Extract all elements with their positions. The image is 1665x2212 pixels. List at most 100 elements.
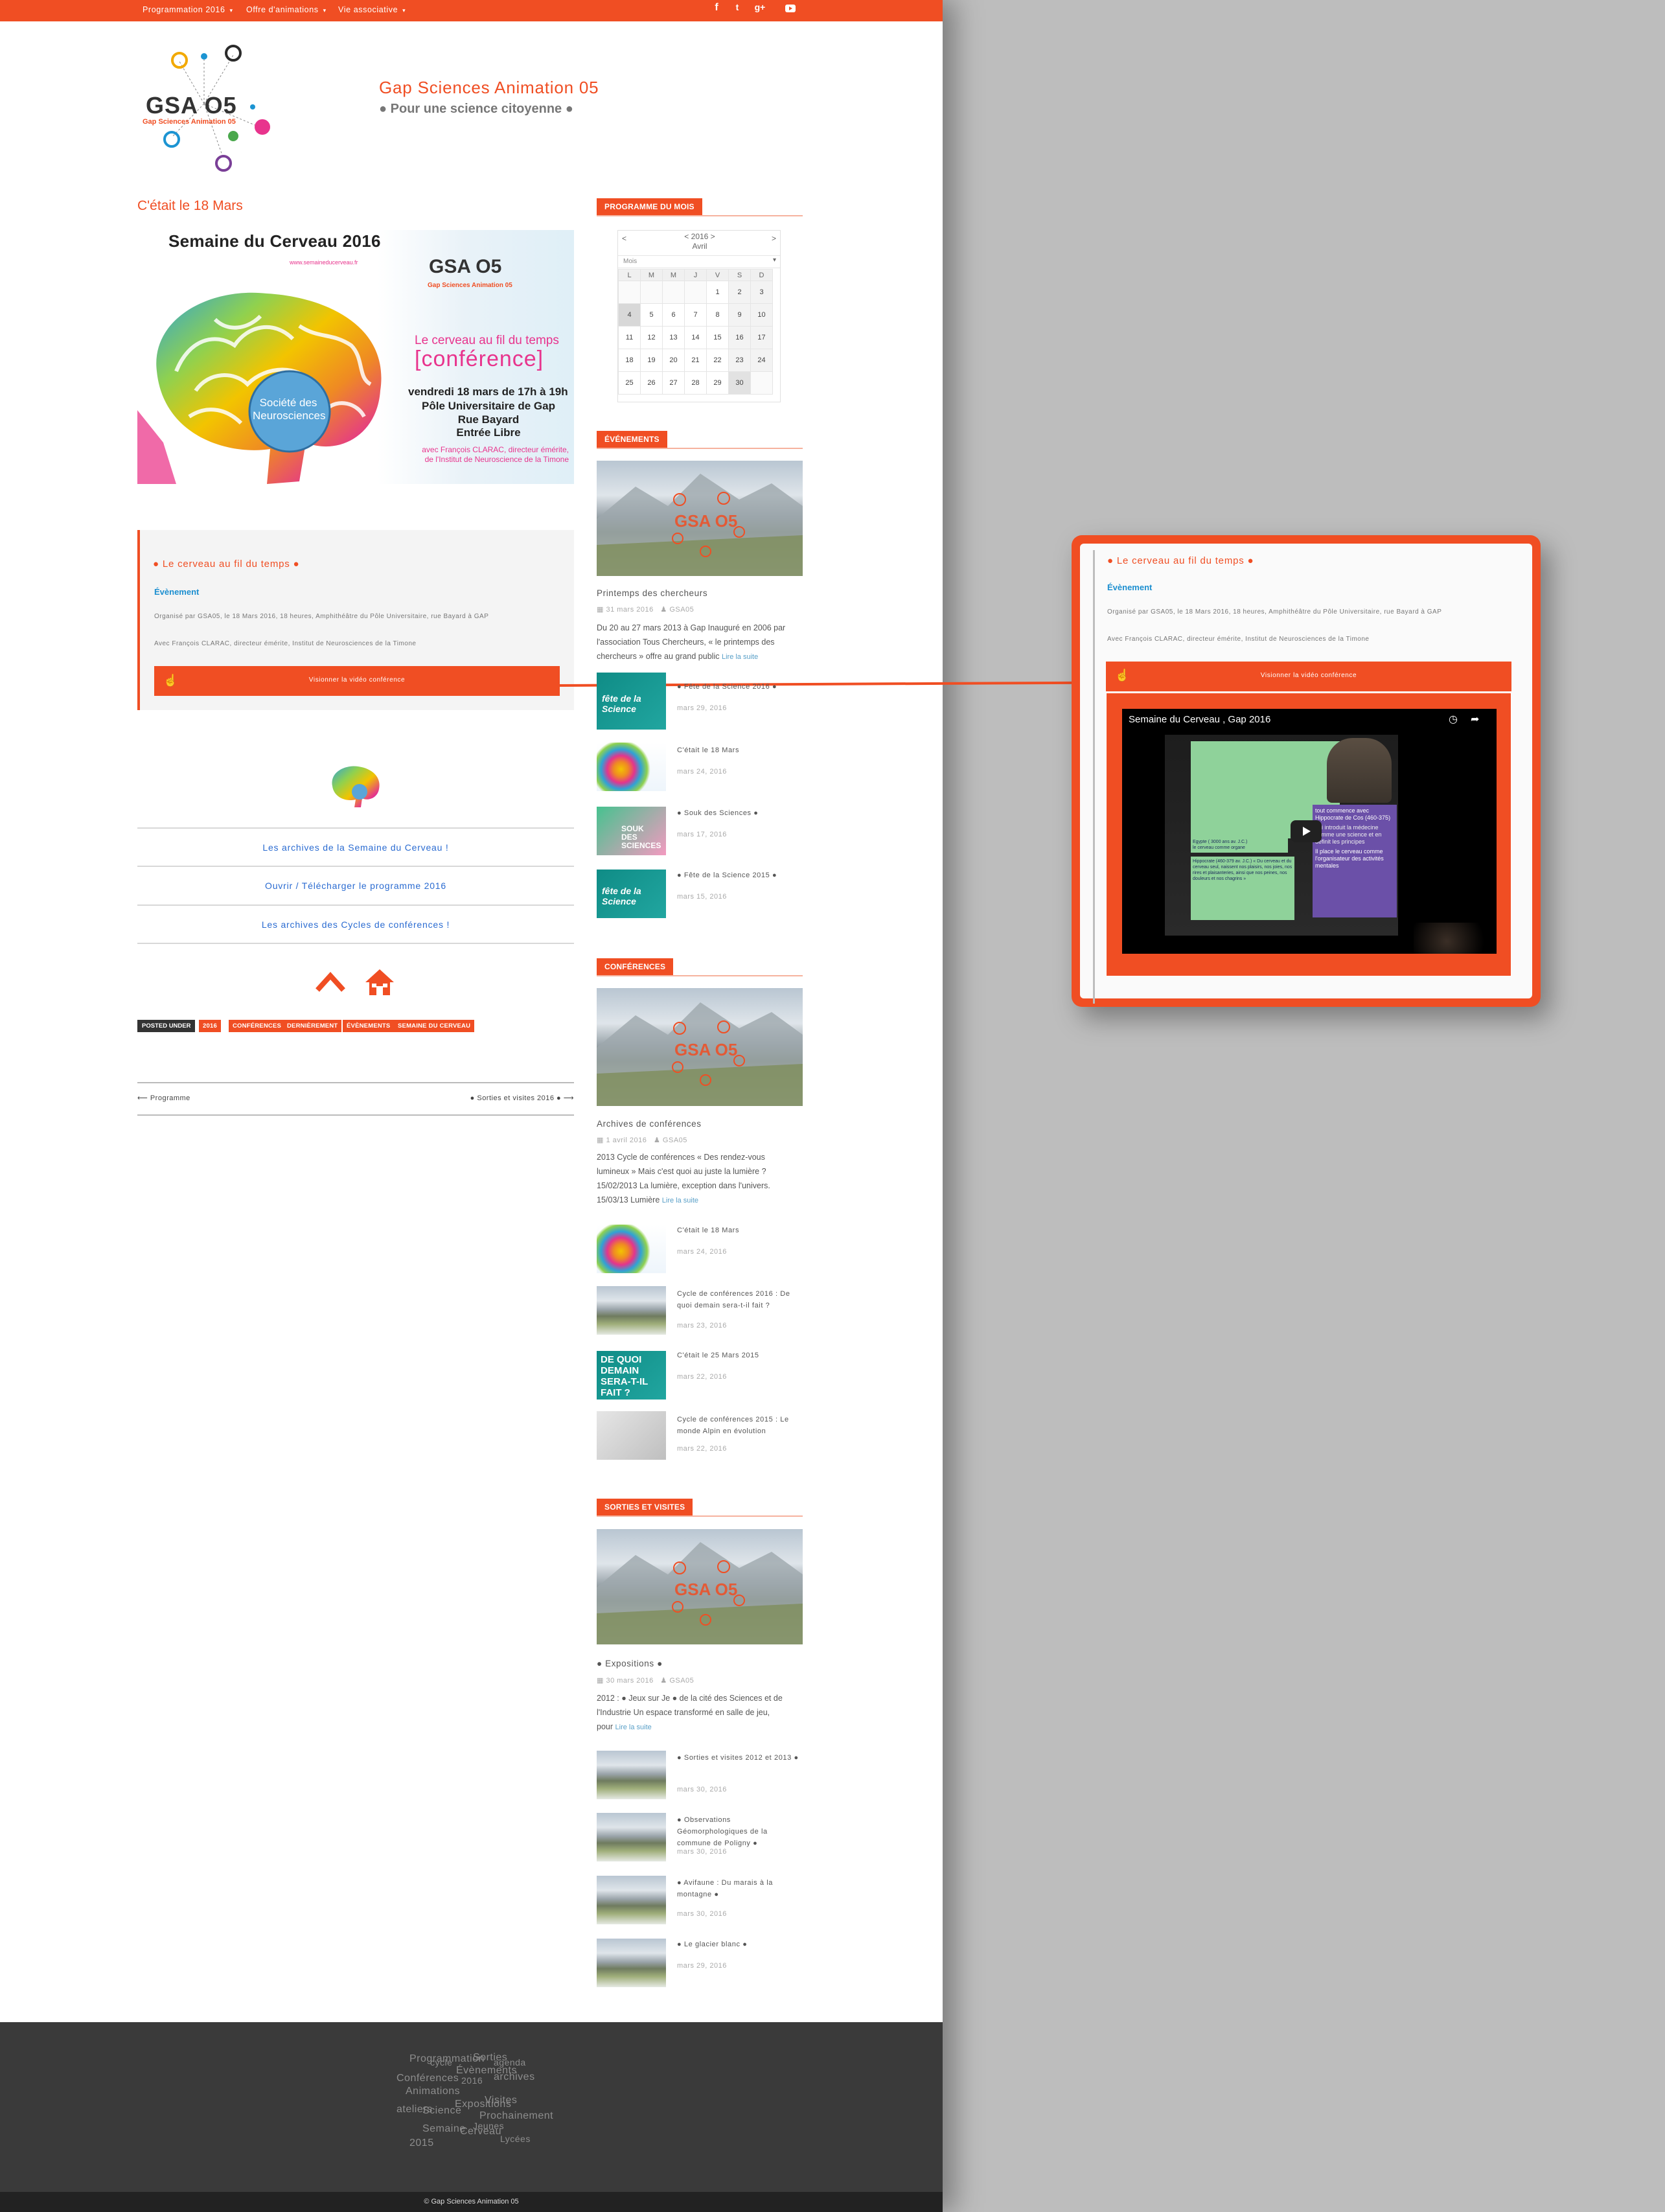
facebook-icon[interactable]: f xyxy=(709,2,724,17)
calendar-day[interactable]: 29 xyxy=(706,371,729,395)
conference-thumb[interactable]: DE QUOI DEMAIN SERA-T-IL FAIT ? xyxy=(597,1351,666,1400)
calendar-day[interactable]: 21 xyxy=(684,349,707,372)
calendar-day[interactable]: 27 xyxy=(662,371,685,395)
popup-watch-video-button[interactable]: ☝ Visionner la vidéo conférence xyxy=(1106,662,1511,691)
calendar-day[interactable]: 25 xyxy=(618,371,641,395)
sorties-featured-image[interactable]: GSA O5 xyxy=(597,1529,803,1644)
calendar-day[interactable]: 10 xyxy=(750,303,773,327)
conference-item-title[interactable]: C'était le 18 Mars xyxy=(677,1227,739,1234)
link-archives-cycles[interactable]: Les archives des Cycles de conférences ! xyxy=(137,919,574,930)
tag-semaine-du-cerveau[interactable]: SEMAINE DU CERVEAU xyxy=(394,1020,475,1032)
play-button[interactable] xyxy=(1291,820,1322,842)
sorties-thumb[interactable] xyxy=(597,1939,666,1987)
calendar-day[interactable]: 2 xyxy=(728,281,751,304)
event-item-title[interactable]: ● Souk des Sciences ● xyxy=(677,809,759,817)
sorties-thumb[interactable] xyxy=(597,1751,666,1799)
calendar-day[interactable]: 1 xyxy=(706,281,729,304)
calendar-day[interactable]: 6 xyxy=(662,303,685,327)
tag-cloud-word[interactable]: Jeunes xyxy=(473,2121,504,2131)
googleplus-icon[interactable]: g+ xyxy=(753,2,767,17)
calendar-day[interactable]: 19 xyxy=(640,349,663,372)
tag-cloud-word[interactable]: Animations xyxy=(406,2086,460,2097)
calendar-day[interactable]: 30 xyxy=(728,371,751,395)
article-poster[interactable]: Semaine du Cerveau 2016 www.semaineducer… xyxy=(137,230,574,484)
calendar-day[interactable]: 11 xyxy=(618,326,641,349)
site-logo[interactable]: GSA O5 Gap Sciences Animation 05 xyxy=(139,39,285,175)
calendar-day[interactable]: 9 xyxy=(728,303,751,327)
tag-cloud-word[interactable]: Science xyxy=(422,2105,461,2117)
event-item-title[interactable]: ● Fête de la Science 2015 ● xyxy=(677,871,777,879)
read-more-link[interactable]: Lire la suite xyxy=(615,1723,652,1731)
event-featured-title[interactable]: Printemps des chercheurs xyxy=(597,588,707,598)
tag-conferences[interactable]: CONFÉRENCES xyxy=(229,1020,286,1032)
conference-item-title[interactable]: Cycle de conférences 2016 : De quoi dema… xyxy=(677,1288,803,1311)
nav-offre-animations[interactable]: Offre d'animations ▾ xyxy=(246,5,327,14)
popup-category[interactable]: Évènement xyxy=(1107,582,1152,592)
watch-later-icon[interactable]: ◷ xyxy=(1449,713,1458,726)
calendar-day[interactable]: 4 xyxy=(618,303,641,327)
calendar-day[interactable]: 16 xyxy=(728,326,751,349)
sorties-thumb[interactable] xyxy=(597,1876,666,1924)
nav-vie-associative[interactable]: Vie associative ▾ xyxy=(338,5,406,14)
twitter-icon[interactable]: t xyxy=(730,2,744,17)
calendar-day[interactable]: 15 xyxy=(706,326,729,349)
calendar-day[interactable]: 18 xyxy=(618,349,641,372)
calendar-day[interactable]: 24 xyxy=(750,349,773,372)
sorties-item-title[interactable]: ● Avifaune : Du marais à la montagne ● xyxy=(677,1877,787,1900)
prev-post-link[interactable]: ⟵ Programme xyxy=(137,1094,190,1102)
conference-item-title[interactable]: Cycle de conférences 2015 : Le monde Alp… xyxy=(677,1414,803,1437)
conference-featured-title[interactable]: Archives de conférences xyxy=(597,1119,702,1129)
tag-cloud-word[interactable]: Conférences xyxy=(396,2073,459,2084)
event-thumb[interactable]: fête de la Science xyxy=(597,673,666,730)
conference-thumb[interactable] xyxy=(597,1286,666,1335)
tag-dernierement[interactable]: DERNIÈREMENT xyxy=(283,1020,342,1032)
video-title[interactable]: Semaine du Cerveau , Gap 2016 xyxy=(1129,714,1270,725)
tag-cloud-word[interactable]: cycle xyxy=(430,2057,452,2068)
event-item-title[interactable]: C'était le 18 Mars xyxy=(677,746,739,754)
tag-cloud-word[interactable]: archives xyxy=(494,2071,535,2083)
read-more-link[interactable]: Lire la suite xyxy=(662,1197,698,1204)
conference-thumb[interactable] xyxy=(597,1225,666,1273)
video-player[interactable]: Semaine du Cerveau , Gap 2016 ◷ ➦ Egypte… xyxy=(1122,709,1497,954)
next-post-link[interactable]: ● Sorties et visites 2016 ● ⟶ xyxy=(415,1094,574,1102)
share-icon[interactable]: ➦ xyxy=(1471,713,1479,726)
calendar-day[interactable]: 28 xyxy=(684,371,707,395)
calendar-day[interactable]: 17 xyxy=(750,326,773,349)
calendar-day[interactable]: 3 xyxy=(750,281,773,304)
event-thumb[interactable] xyxy=(597,743,666,791)
calendar-view-select[interactable]: Mois ▾ xyxy=(618,255,780,268)
calendar-day[interactable]: 22 xyxy=(706,349,729,372)
nav-programmation[interactable]: Programmation 2016 ▾ xyxy=(143,5,233,14)
sorties-item-title[interactable]: ● Sorties et visites 2012 et 2013 ● xyxy=(677,1752,803,1764)
calendar-day[interactable]: 5 xyxy=(640,303,663,327)
calendar-day[interactable]: 8 xyxy=(706,303,729,327)
link-programme-2016[interactable]: Ouvrir / Télécharger le programme 2016 xyxy=(137,881,574,891)
site-title[interactable]: Gap Sciences Animation 05 xyxy=(379,78,599,98)
sorties-thumb[interactable] xyxy=(597,1813,666,1861)
home-icon[interactable] xyxy=(364,968,395,997)
calendar-day[interactable]: 20 xyxy=(662,349,685,372)
tag-evenements[interactable]: ÉVÈNEMENTS xyxy=(343,1020,395,1032)
event-box-category[interactable]: Évènement xyxy=(154,587,199,597)
calendar-day[interactable]: 26 xyxy=(640,371,663,395)
sorties-item-title[interactable]: ● Observations Géomorphologiques de la c… xyxy=(677,1814,803,1849)
youtube-icon[interactable] xyxy=(783,2,798,17)
tag-cloud-word[interactable]: Lycées xyxy=(500,2134,531,2144)
sorties-item-title[interactable]: ● Le glacier blanc ● xyxy=(677,1941,747,1948)
calendar-next[interactable]: > xyxy=(772,234,776,243)
watch-video-button[interactable]: ☝ Visionner la vidéo conférence xyxy=(154,666,560,696)
calendar-day[interactable]: 13 xyxy=(662,326,685,349)
read-more-link[interactable]: Lire la suite xyxy=(722,653,758,661)
sorties-featured-title[interactable]: ● Expositions ● xyxy=(597,1659,663,1668)
tag-cloud-word[interactable]: Visites xyxy=(485,2095,517,2106)
conference-item-title[interactable]: C'était le 25 Mars 2015 xyxy=(677,1352,759,1359)
calendar-day[interactable]: 12 xyxy=(640,326,663,349)
event-thumb[interactable]: SOUK DES SCIENCES xyxy=(597,807,666,855)
scroll-up-icon[interactable] xyxy=(316,972,345,993)
calendar-day[interactable]: 14 xyxy=(684,326,707,349)
event-featured-image[interactable]: GSA O5 xyxy=(597,461,803,576)
tag-cloud-word[interactable]: 2016 xyxy=(461,2075,483,2086)
tag-cloud-word[interactable]: Semaine xyxy=(422,2123,466,2135)
conference-featured-image[interactable]: GSA O5 xyxy=(597,988,803,1106)
tag-cloud-word[interactable]: agenda xyxy=(494,2057,526,2068)
